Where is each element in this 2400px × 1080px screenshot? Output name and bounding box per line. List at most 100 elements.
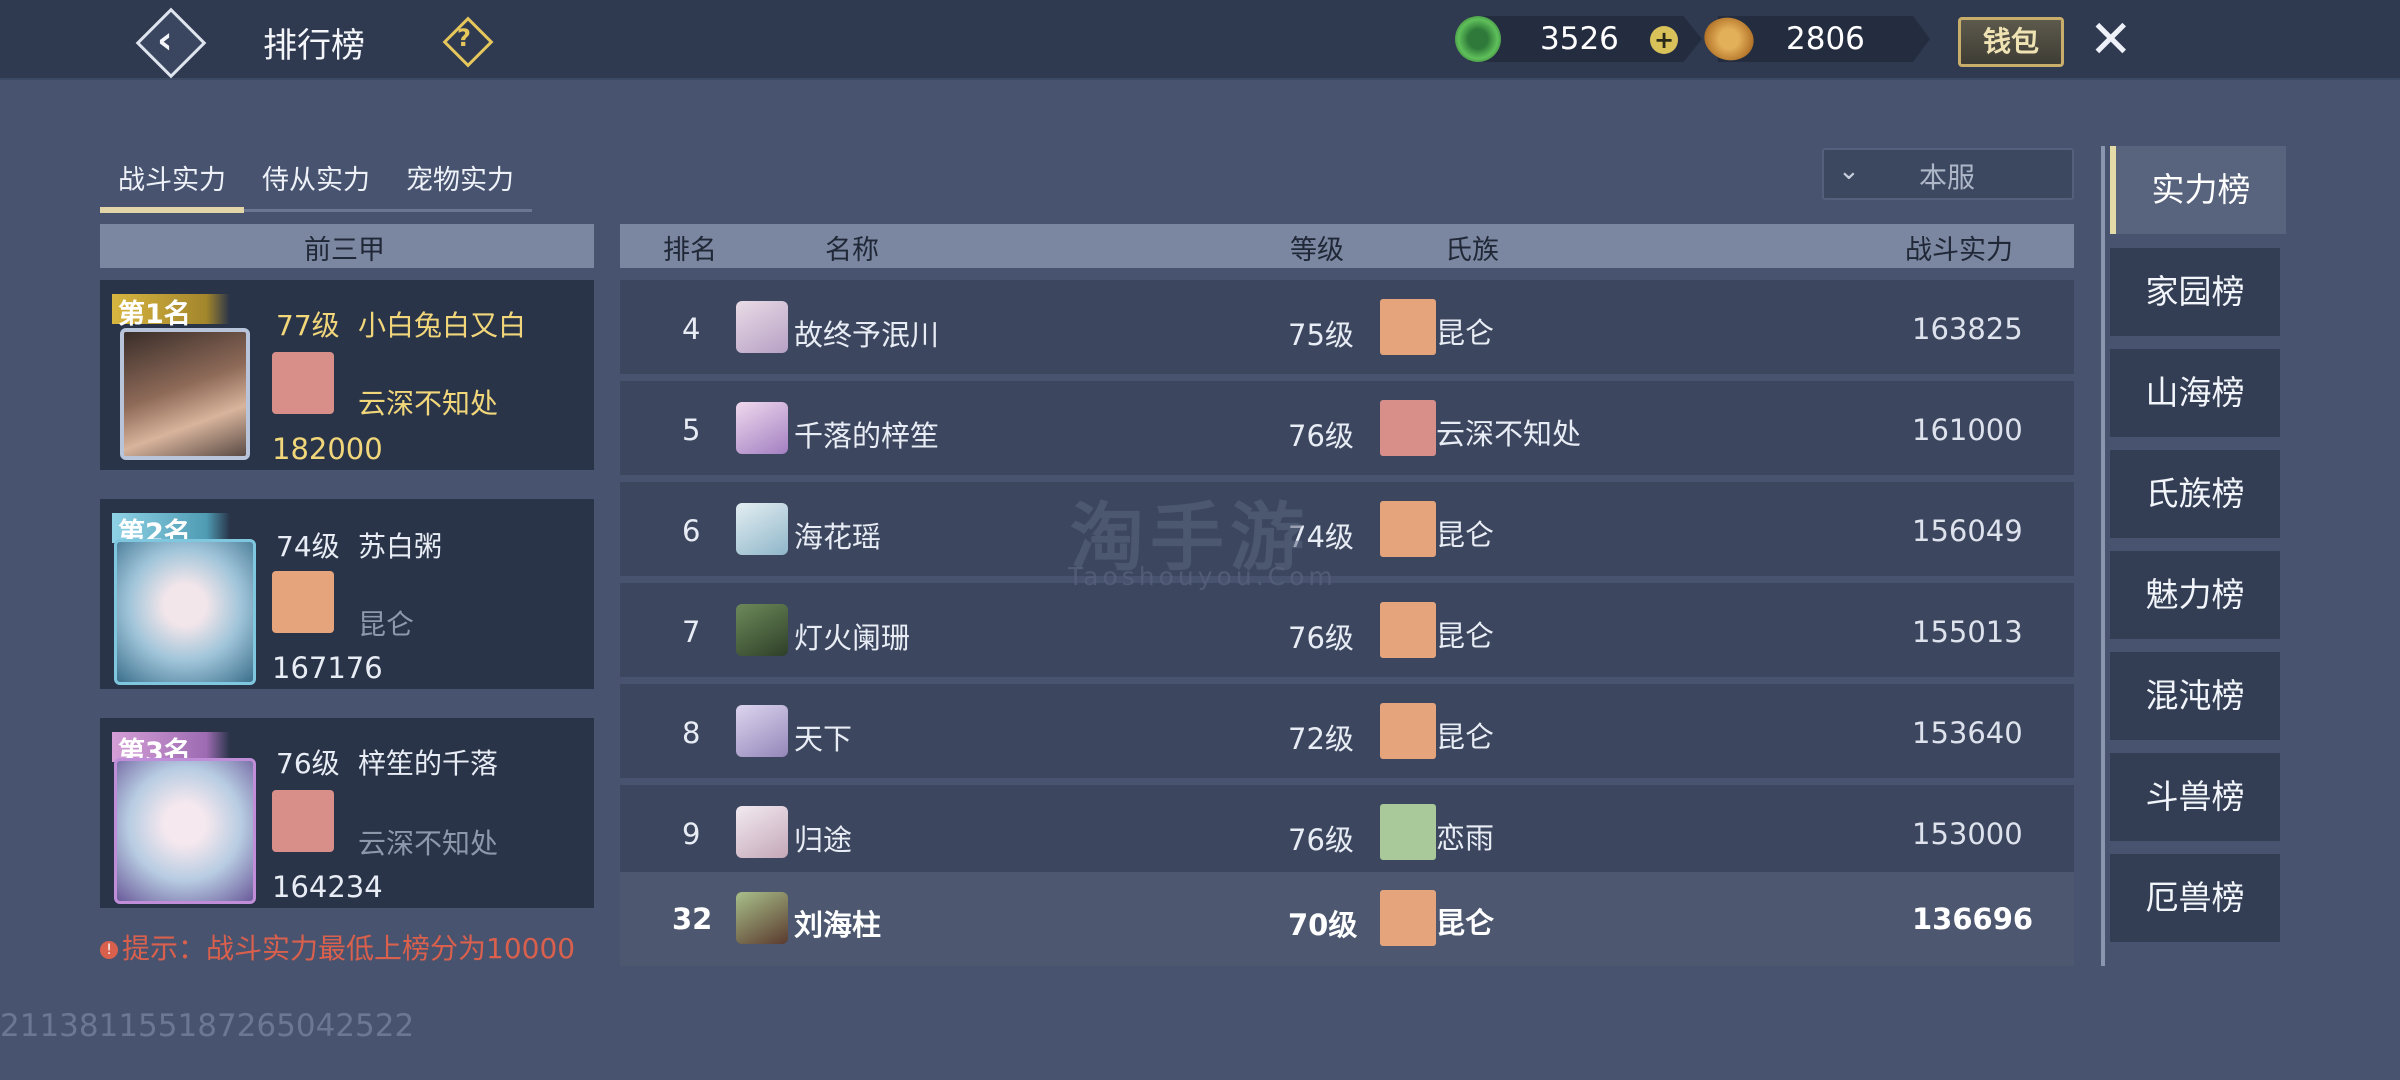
clan-emblem-icon [1380, 400, 1436, 456]
sidebar-item-charm[interactable]: 魅力榜 [2110, 551, 2280, 639]
row-level: 70级 [1288, 908, 1358, 942]
top3-card-2[interactable]: 第2名 74级 苏白粥 昆仑 167176 [100, 499, 594, 689]
row-power: 155013 [1912, 615, 2023, 649]
row-name: 故终予泯川 [794, 318, 940, 352]
sidebar-item-shanhai[interactable]: 山海榜 [2110, 349, 2280, 437]
row-level: 72级 [1288, 722, 1354, 756]
row-name: 灯火阑珊 [794, 621, 911, 655]
avatar [736, 806, 788, 858]
sidebar-item-beast-fight[interactable]: 斗兽榜 [2110, 753, 2280, 841]
top-bar: ‹ 排行榜 ? 3526 + 2806 钱包 ✕ [0, 0, 2400, 80]
player-level: 77级 [276, 309, 340, 342]
tab-divider [244, 209, 532, 212]
player-name: 苏白粥 [358, 530, 443, 563]
col-power: 战斗实力 [1905, 235, 2013, 266]
clan-emblem-icon [272, 571, 334, 633]
table-row[interactable]: 7 灯火阑珊 76级 昆仑 155013 [620, 583, 2074, 677]
row-clan: 昆仑 [1436, 316, 1495, 350]
warning-icon: ! [100, 941, 118, 959]
clan-emblem-icon [1380, 501, 1436, 557]
avatar [114, 758, 256, 904]
row-level: 76级 [1288, 621, 1354, 655]
combat-power: 164234 [272, 870, 383, 904]
row-level: 75级 [1288, 318, 1354, 352]
avatar [736, 604, 788, 656]
avatar [114, 539, 256, 685]
row-power: 156049 [1912, 514, 2023, 548]
page-title: 排行榜 [263, 26, 365, 66]
row-clan: 恋雨 [1436, 821, 1495, 855]
player-name: 梓笙的千落 [358, 747, 499, 780]
watermark-url: Taoshouyou.Com [1068, 562, 1337, 591]
avatar [736, 705, 788, 757]
table-row[interactable]: 6 海花瑶 74级 昆仑 156049 [620, 482, 2074, 576]
sidebar-item-power[interactable]: 实力榜 [2110, 146, 2286, 234]
combat-power: 182000 [272, 432, 383, 466]
top3-card-1[interactable]: 第1名 77级 小白兔白又白 云深不知处 182000 [100, 280, 594, 470]
avatar [736, 301, 788, 353]
sidebar-item-clan[interactable]: 氏族榜 [2110, 450, 2280, 538]
back-button[interactable]: ‹ [135, 7, 207, 79]
user-id-text: 2113811551872650425​22 [0, 1008, 415, 1044]
clan-name: 昆仑 [358, 608, 415, 641]
server-dropdown-value: 本服 [1919, 161, 1976, 194]
sidebar-item-calamity-beast[interactable]: 厄兽榜 [2110, 854, 2280, 942]
top3-header-label: 前三甲 [304, 235, 385, 266]
jade-amount: 3526 [1540, 21, 1619, 57]
clan-emblem-icon [1380, 299, 1436, 355]
row-rank: 8 [682, 716, 701, 750]
row-power: 161000 [1912, 413, 2023, 447]
table-row[interactable]: 4 故终予泯川 75级 昆仑 163825 [620, 280, 2074, 374]
wallet-button[interactable]: 钱包 [1958, 17, 2064, 67]
col-name: 名称 [825, 235, 879, 266]
hint-text: ! 提示：战斗实力最低上榜分为10000 [100, 927, 575, 967]
clan-emblem-icon [272, 790, 334, 852]
row-clan: 昆仑 [1436, 619, 1495, 653]
combat-power: 167176 [272, 651, 383, 685]
row-power: 136696 [1912, 902, 2034, 936]
table-row[interactable]: 9 归途 76级 恋雨 153000 [620, 785, 2074, 879]
table-row[interactable]: 5 千落的梓笙 76级 云深不知处 161000 [620, 381, 2074, 475]
active-tab-indicator [100, 207, 244, 213]
avatar [736, 503, 788, 555]
col-level: 等级 [1290, 235, 1344, 266]
add-jade-button[interactable]: + [1650, 26, 1678, 54]
back-chevron-icon: ‹ [157, 18, 173, 62]
top3-card-3[interactable]: 第3名 76级 梓笙的千落 云深不知处 164234 [100, 718, 594, 908]
row-clan: 昆仑 [1436, 518, 1495, 552]
row-level: 76级 [1288, 419, 1354, 453]
row-rank: 9 [682, 817, 701, 851]
table-row[interactable]: 8 天下 72级 昆仑 153640 [620, 684, 2074, 778]
tab-follower-power[interactable]: 侍从实力 [262, 158, 370, 197]
clan-emblem-icon [272, 352, 334, 414]
col-rank: 排名 [663, 235, 717, 266]
row-power: 153000 [1912, 817, 2023, 851]
clan-name: 云深不知处 [358, 827, 499, 860]
plus-icon: + [1653, 26, 1675, 54]
help-button[interactable]: ? [442, 16, 494, 68]
server-dropdown[interactable]: ⌄ 本服 [1822, 148, 2074, 200]
jade-coin-icon [1455, 16, 1501, 62]
my-rank-row[interactable]: 32 刘海柱 70级 昆仑 136696 [620, 872, 2074, 966]
sidebar-divider [2101, 146, 2105, 966]
sidebar-item-home[interactable]: 家园榜 [2110, 248, 2280, 336]
clan-emblem-icon [1380, 890, 1436, 946]
row-name: 海花瑶 [794, 520, 882, 554]
hint-label: 提示：战斗实力最低上榜分为10000 [122, 932, 576, 965]
clan-emblem-icon [1380, 602, 1436, 658]
clan-emblem-icon [1380, 804, 1436, 860]
tab-combat-power[interactable]: 战斗实力 [118, 158, 226, 197]
sidebar-item-chaos[interactable]: 混沌榜 [2110, 652, 2280, 740]
row-clan: 昆仑 [1436, 906, 1495, 940]
avatar [120, 328, 250, 460]
row-power: 153640 [1912, 716, 2023, 750]
player-level: 74级 [276, 530, 340, 563]
close-button[interactable]: ✕ [2085, 10, 2135, 70]
row-rank: 32 [672, 902, 713, 936]
avatar [736, 402, 788, 454]
row-name: 天下 [794, 722, 853, 756]
tab-pet-power[interactable]: 宠物实力 [406, 158, 514, 197]
player-level: 76级 [276, 747, 340, 780]
row-name: 归途 [794, 823, 853, 857]
avatar [736, 892, 788, 944]
